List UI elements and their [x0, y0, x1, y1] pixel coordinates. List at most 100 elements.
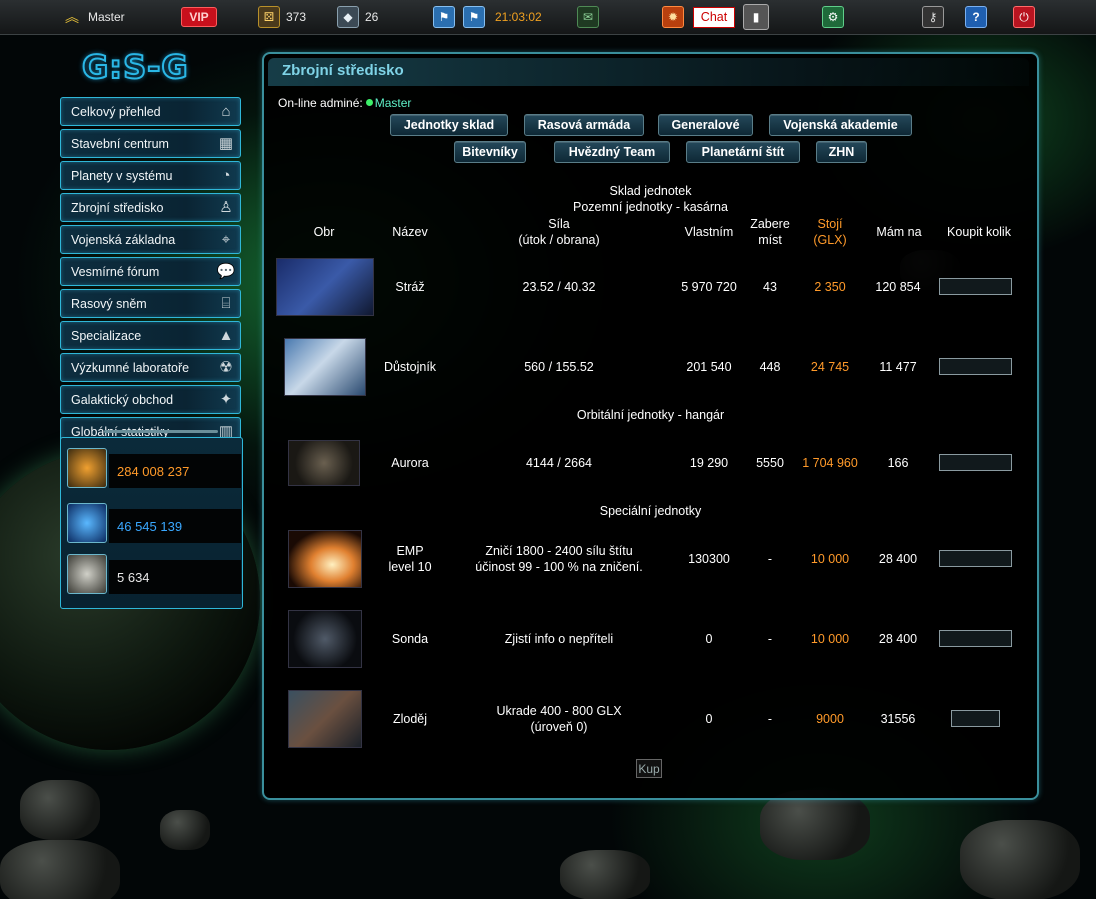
sidebar-item[interactable]: Vojenská základna ⌖: [60, 225, 241, 254]
search-button[interactable]: ⚷: [922, 6, 944, 28]
unit-name-line1: EMP: [396, 544, 424, 558]
settings-button[interactable]: ⚙: [822, 6, 844, 28]
sidebar-item[interactable]: Galaktický obchod ✦: [60, 385, 241, 414]
unit-cost: 10 000: [810, 552, 850, 566]
username: Master: [88, 10, 125, 24]
unit-name: Zloděj: [392, 712, 428, 726]
online-admin-name[interactable]: Master: [375, 96, 412, 110]
counter-a[interactable]: ⚄ 373: [258, 6, 306, 28]
sidebar-menu: Celkový přehled ⌂ Stavební centrum ▦ Planety…: [60, 97, 241, 449]
unit-cost: 10 000: [810, 632, 850, 646]
sidebar-item[interactable]: Zbrojní středisko ♙: [60, 193, 241, 222]
tab[interactable]: ZHN: [816, 141, 867, 163]
buy-quantity-input[interactable]: [939, 630, 1012, 647]
tab[interactable]: Hvězdný Team: [554, 141, 670, 163]
sidebar-item-label: Vesmírné fórum: [71, 264, 160, 279]
buy-quantity-input[interactable]: [939, 550, 1012, 567]
section-ground: Pozemní jednotky - kasárna: [573, 200, 728, 214]
header-power: Síla (útok / obrana): [489, 216, 629, 248]
header-space-line2: míst: [758, 233, 782, 247]
buy-quantity-input[interactable]: [951, 710, 1000, 727]
buy-quantity-input[interactable]: [939, 278, 1012, 295]
mail-icon: ✉: [577, 6, 599, 28]
vip-badge: VIP: [181, 7, 217, 27]
energy-icon: [67, 503, 107, 543]
header-power-line2: (útok / obrana): [518, 233, 600, 247]
resource-value: 5 634: [109, 560, 241, 594]
sidebar-item-label: Specializace: [71, 328, 142, 343]
unit-owned: 201 540: [686, 360, 732, 374]
sidebar-item[interactable]: Celkový přehled ⌂: [60, 97, 241, 126]
tab[interactable]: Rasová armáda: [524, 114, 644, 136]
menu-divider: [104, 430, 218, 433]
user-rank[interactable]: ︽ Master: [62, 7, 125, 27]
asteroid-image: [160, 810, 210, 850]
population-icon: [67, 554, 107, 594]
unit-power-line1: Ukrade 400 - 800 GLX: [496, 704, 622, 718]
unit-afford: 31556: [880, 712, 916, 726]
sidebar-item[interactable]: Stavební centrum ▦: [60, 129, 241, 158]
game-logo[interactable]: G:S-G: [81, 47, 232, 87]
sidebar-item[interactable]: Rasový sněm ⌸: [60, 289, 241, 318]
tab[interactable]: Planetární štít: [686, 141, 800, 163]
unit-space: 448: [759, 360, 781, 374]
radiation-icon: ☢: [219, 359, 233, 376]
flag-button-2[interactable]: ⚑: [463, 6, 485, 28]
online-admins: On-line adminé: Master: [278, 96, 411, 110]
ship-icon: ◆: [337, 6, 359, 28]
dice-icon: ⚄: [258, 6, 280, 28]
sidebar-item[interactable]: Vesmírné fórum 💬: [60, 257, 241, 286]
sidebar-item-label: Zbrojní středisko: [71, 200, 164, 215]
unit-owned: 130300: [688, 552, 730, 566]
sidebar-item[interactable]: Specializace ▲: [60, 321, 241, 350]
unit-owned: 19 290: [689, 456, 729, 470]
chat-button[interactable]: Chat: [693, 6, 735, 28]
buy-button[interactable]: Kup: [636, 759, 662, 778]
clock-text: 21:03:02: [495, 10, 542, 24]
tag-icon: ✦: [219, 391, 233, 408]
top-bar: ︽ Master VIP ⚄ 373 ◆ 26 ⚑ ⚑ 21:03:02 ✉ ✹…: [0, 0, 1096, 35]
stats-button[interactable]: ▮: [743, 4, 769, 30]
tab[interactable]: Jednotky sklad: [390, 114, 508, 136]
unit-afford: 28 400: [878, 552, 918, 566]
sidebar-item-label: Vojenská základna: [71, 232, 176, 247]
vip-button[interactable]: VIP: [181, 7, 217, 27]
rank-chevron-icon: ︽: [65, 9, 79, 25]
unit-cost: 1 704 960: [802, 456, 858, 470]
soldier-icon: ♙: [219, 199, 233, 216]
tab[interactable]: Bitevníky: [454, 141, 526, 163]
unit-cost: 9000: [816, 712, 844, 726]
alert-button[interactable]: ✹: [662, 6, 684, 28]
buy-quantity-input[interactable]: [939, 358, 1012, 375]
tab[interactable]: Vojenská akademie: [769, 114, 912, 136]
header-space: Zabere míst: [742, 216, 798, 248]
unit-image: [276, 258, 374, 316]
chat-label: Chat: [693, 6, 735, 28]
tab[interactable]: Generalové: [658, 114, 753, 136]
help-button[interactable]: ?: [965, 6, 987, 28]
asteroid-image: [760, 790, 870, 860]
base-icon: ⌖: [221, 230, 231, 248]
mail-button[interactable]: ✉: [577, 6, 599, 28]
header-cost-line2: (GLX): [813, 233, 847, 247]
unit-power: 4144 / 2664: [525, 456, 593, 470]
online-label: On-line adminé:: [278, 96, 363, 110]
sidebar-item[interactable]: Výzkumné laboratoře ☢: [60, 353, 241, 382]
buy-quantity-input[interactable]: [939, 454, 1012, 471]
unit-name: Sonda: [391, 632, 429, 646]
mineral-icon: [67, 448, 107, 488]
sidebar-item[interactable]: Planety v systému ◔: [60, 161, 241, 190]
bar-chart-icon: ▮: [743, 4, 769, 30]
unit-name: Stráž: [395, 280, 425, 294]
counter-b[interactable]: ◆ 26: [337, 6, 378, 28]
unit-image: [288, 610, 362, 668]
sidebar-item-label: Rasový sněm: [71, 296, 147, 311]
flag-button-1[interactable]: ⚑: [433, 6, 455, 28]
logout-button[interactable]: ⏻: [1013, 6, 1035, 28]
unit-owned: 0: [705, 712, 713, 726]
unit-power-line2: účinost 99 - 100 % na zničení.: [475, 560, 643, 574]
header-power-line1: Síla: [548, 217, 570, 231]
unit-afford: 28 400: [878, 632, 918, 646]
resource-row: 284 008 237: [67, 448, 241, 488]
section-special: Speciální jednotky: [599, 504, 702, 518]
